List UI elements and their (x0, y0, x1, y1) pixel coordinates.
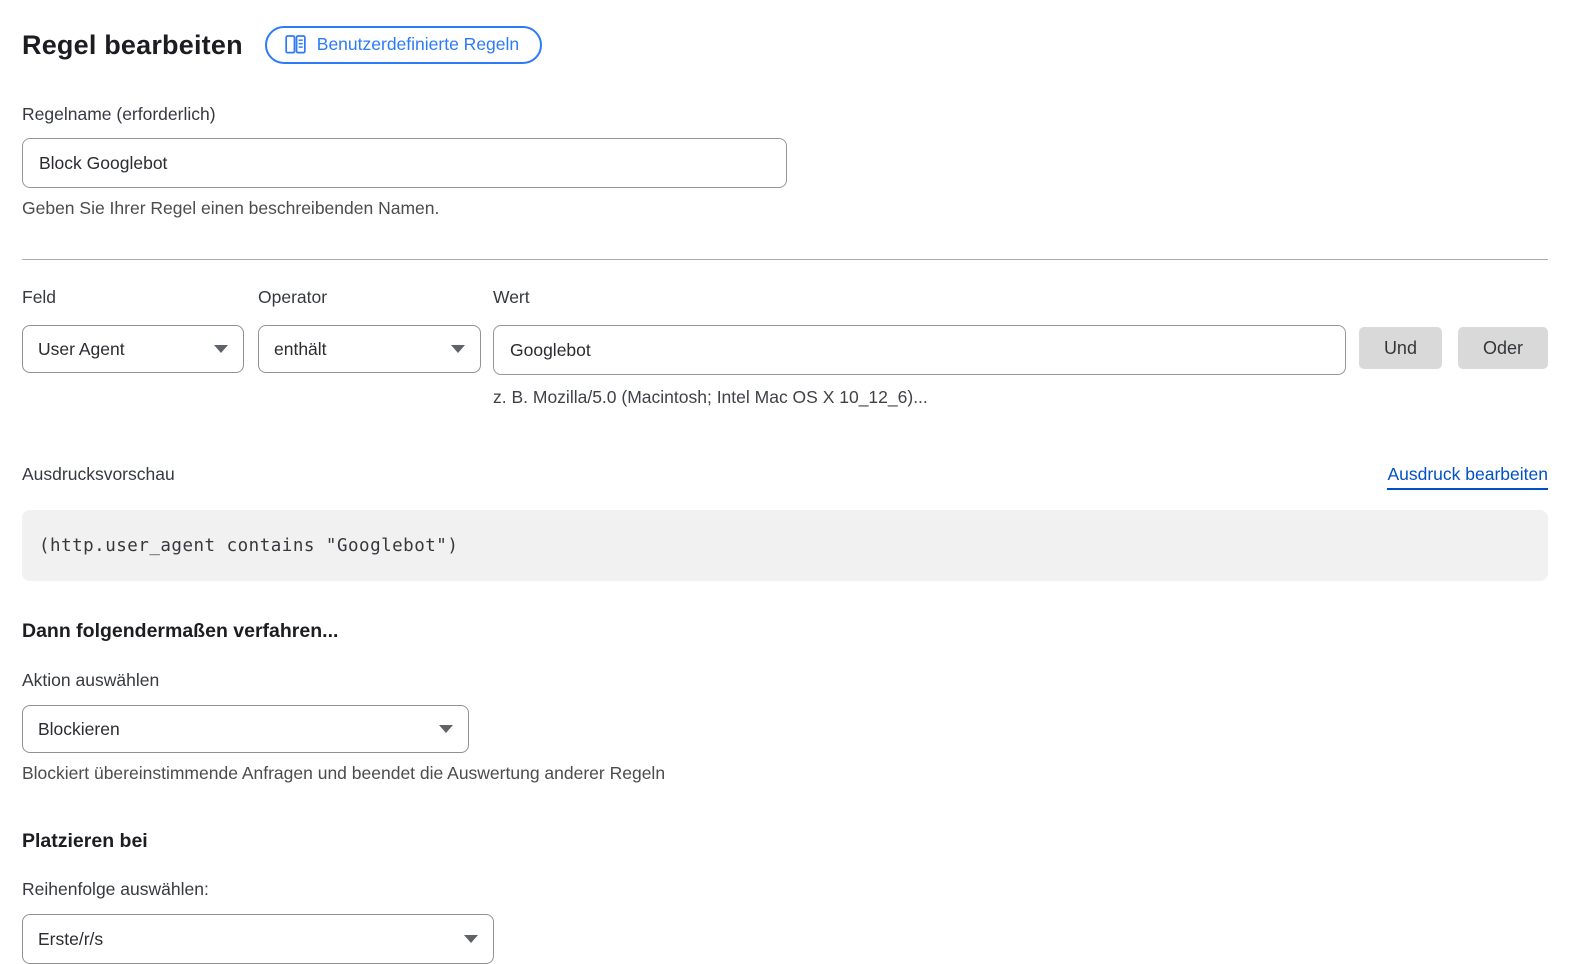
custom-rules-docs-label: Benutzerdefinierte Regeln (317, 35, 519, 54)
condition-field-column: Feld User Agent (22, 287, 244, 373)
edit-expression-link[interactable]: Ausdruck bearbeiten (1387, 464, 1548, 490)
field-select-value: User Agent (38, 339, 125, 360)
action-select[interactable]: Blockieren (22, 705, 469, 753)
condition-operator-column: Operator enthält (258, 287, 481, 373)
chevron-down-icon (439, 725, 453, 733)
rule-name-section: Regelname (erforderlich) Geben Sie Ihrer… (22, 104, 1548, 219)
rule-name-help: Geben Sie Ihrer Regel einen beschreibend… (22, 198, 1548, 219)
value-example-text: z. B. Mozilla/5.0 (Macintosh; Intel Mac … (493, 387, 1346, 408)
book-open-icon (285, 35, 306, 54)
expression-section: Ausdrucksvorschau Ausdruck bearbeiten (h… (22, 464, 1548, 581)
expression-preview-box: (http.user_agent contains "Googlebot") (22, 510, 1548, 581)
section-divider (22, 259, 1548, 260)
chevron-down-icon (464, 935, 478, 943)
chevron-down-icon (451, 345, 465, 353)
order-select[interactable]: Erste/r/s (22, 914, 494, 964)
operator-label: Operator (258, 287, 481, 308)
custom-rules-docs-button[interactable]: Benutzerdefinierte Regeln (265, 26, 542, 64)
expression-code: (http.user_agent contains "Googlebot") (39, 536, 458, 556)
condition-value-column: Wert z. B. Mozilla/5.0 (Macintosh; Intel… (493, 287, 1346, 408)
operator-select-value: enthält (274, 339, 327, 360)
action-help: Blockiert übereinstimmende Anfragen und … (22, 763, 1548, 784)
rule-name-label: Regelname (erforderlich) (22, 104, 1548, 125)
field-label: Feld (22, 287, 244, 308)
value-input[interactable] (493, 325, 1346, 375)
action-label: Aktion auswählen (22, 670, 1548, 691)
page-header: Regel bearbeiten Benutzerdefinierte Rege… (22, 26, 1548, 64)
chevron-down-icon (214, 345, 228, 353)
or-button[interactable]: Oder (1458, 327, 1548, 369)
logic-buttons: Und Oder (1359, 327, 1548, 369)
action-select-value: Blockieren (38, 719, 120, 740)
condition-section: Feld User Agent Operator enthält Wert z.… (22, 287, 1548, 408)
order-select-value: Erste/r/s (38, 929, 103, 950)
operator-select[interactable]: enthält (258, 325, 481, 373)
placement-section: Platzieren bei Reihenfolge auswählen: Er… (22, 830, 1548, 964)
value-label: Wert (493, 287, 1346, 308)
page-title: Regel bearbeiten (22, 30, 243, 61)
placement-heading: Platzieren bei (22, 830, 1548, 853)
order-label: Reihenfolge auswählen: (22, 879, 1548, 900)
rule-name-input[interactable] (22, 138, 787, 188)
field-select[interactable]: User Agent (22, 325, 244, 373)
expression-preview-label: Ausdrucksvorschau (22, 464, 175, 485)
action-heading: Dann folgendermaßen verfahren... (22, 620, 1548, 643)
and-button[interactable]: Und (1359, 327, 1442, 369)
action-section: Dann folgendermaßen verfahren... Aktion … (22, 620, 1548, 784)
